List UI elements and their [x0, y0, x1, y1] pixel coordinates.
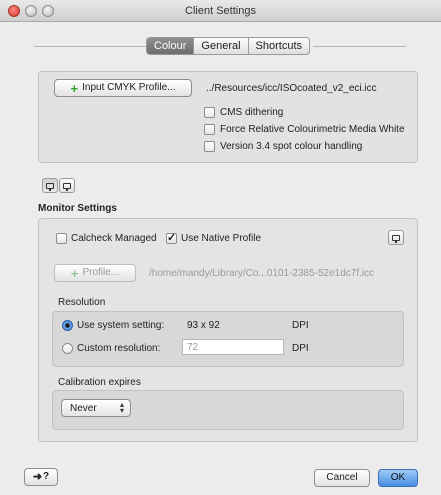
input-cmyk-profile-label: Input CMYK Profile... [82, 82, 176, 93]
monitor-icon [63, 182, 71, 191]
system-resolution-unit: DPI [292, 320, 309, 331]
profile-button[interactable]: + Profile... [54, 264, 136, 282]
calcheck-managed-checkbox[interactable] [56, 233, 67, 244]
tab-shortcuts[interactable]: Shortcuts [249, 38, 309, 54]
use-system-setting-radio[interactable] [62, 320, 73, 331]
updown-arrows-icon: ▴ ▾ [119, 400, 124, 415]
add-icon: + [70, 80, 79, 96]
calibration-expires-value: Never [70, 403, 97, 414]
tab-bar: Colour General Shortcuts [146, 37, 311, 55]
force-relative-checkbox[interactable] [204, 124, 215, 135]
monitor-settings-heading: Monitor Settings [38, 203, 117, 214]
force-relative-label: Force Relative Colourimetric Media White [220, 124, 405, 135]
custom-resolution-radio[interactable] [62, 343, 73, 354]
window-title: Client Settings [185, 5, 256, 17]
input-cmyk-profile-button[interactable]: + Input CMYK Profile... [54, 79, 192, 97]
resolution-heading: Resolution [58, 297, 106, 308]
tab-divider-right [313, 46, 406, 47]
monitor-icon [392, 234, 400, 243]
use-native-profile-label: Use Native Profile [181, 233, 262, 244]
monitor-1-button[interactable] [42, 178, 58, 193]
help-label: ? [43, 471, 50, 482]
identify-monitor-button[interactable] [388, 230, 404, 245]
custom-resolution-input[interactable]: 72 [182, 339, 284, 355]
monitor-2-button[interactable] [59, 178, 75, 193]
use-native-profile-checkbox[interactable] [166, 231, 177, 244]
calibration-expires-select[interactable]: Never ▴ ▾ [61, 399, 131, 417]
cancel-button[interactable]: Cancel [314, 469, 370, 487]
calcheck-managed-label: Calcheck Managed [71, 233, 157, 244]
help-button[interactable]: ➜ ? [24, 468, 58, 486]
system-resolution-value: 93 x 92 [187, 320, 220, 331]
spot-colour-label: Version 3.4 spot colour handling [220, 141, 363, 152]
custom-resolution-label: Custom resolution: [77, 343, 161, 354]
input-profile-path: ../Resources/icc/ISOcoated_v2_eci.icc [206, 83, 377, 94]
cms-dithering-checkbox[interactable] [204, 107, 215, 118]
calibration-heading: Calibration expires [58, 377, 141, 388]
custom-resolution-unit: DPI [292, 343, 309, 354]
spot-colour-checkbox[interactable] [204, 141, 215, 152]
title-bar: Client Settings [0, 0, 441, 22]
cms-dithering-label: CMS dithering [220, 107, 284, 118]
add-icon: + [70, 265, 79, 281]
pointer-icon: ➜ [32, 470, 43, 483]
tab-general[interactable]: General [194, 38, 249, 54]
monitor-profile-path: /home/mandy/Library/Co...0101-2385-52e1d… [149, 268, 375, 279]
tab-divider-left [34, 46, 146, 47]
use-system-setting-label: Use system setting: [77, 320, 165, 331]
ok-button[interactable]: OK [378, 469, 418, 487]
monitor-icon [46, 182, 54, 191]
tab-colour[interactable]: Colour [147, 38, 195, 54]
profile-button-label: Profile... [82, 267, 120, 278]
